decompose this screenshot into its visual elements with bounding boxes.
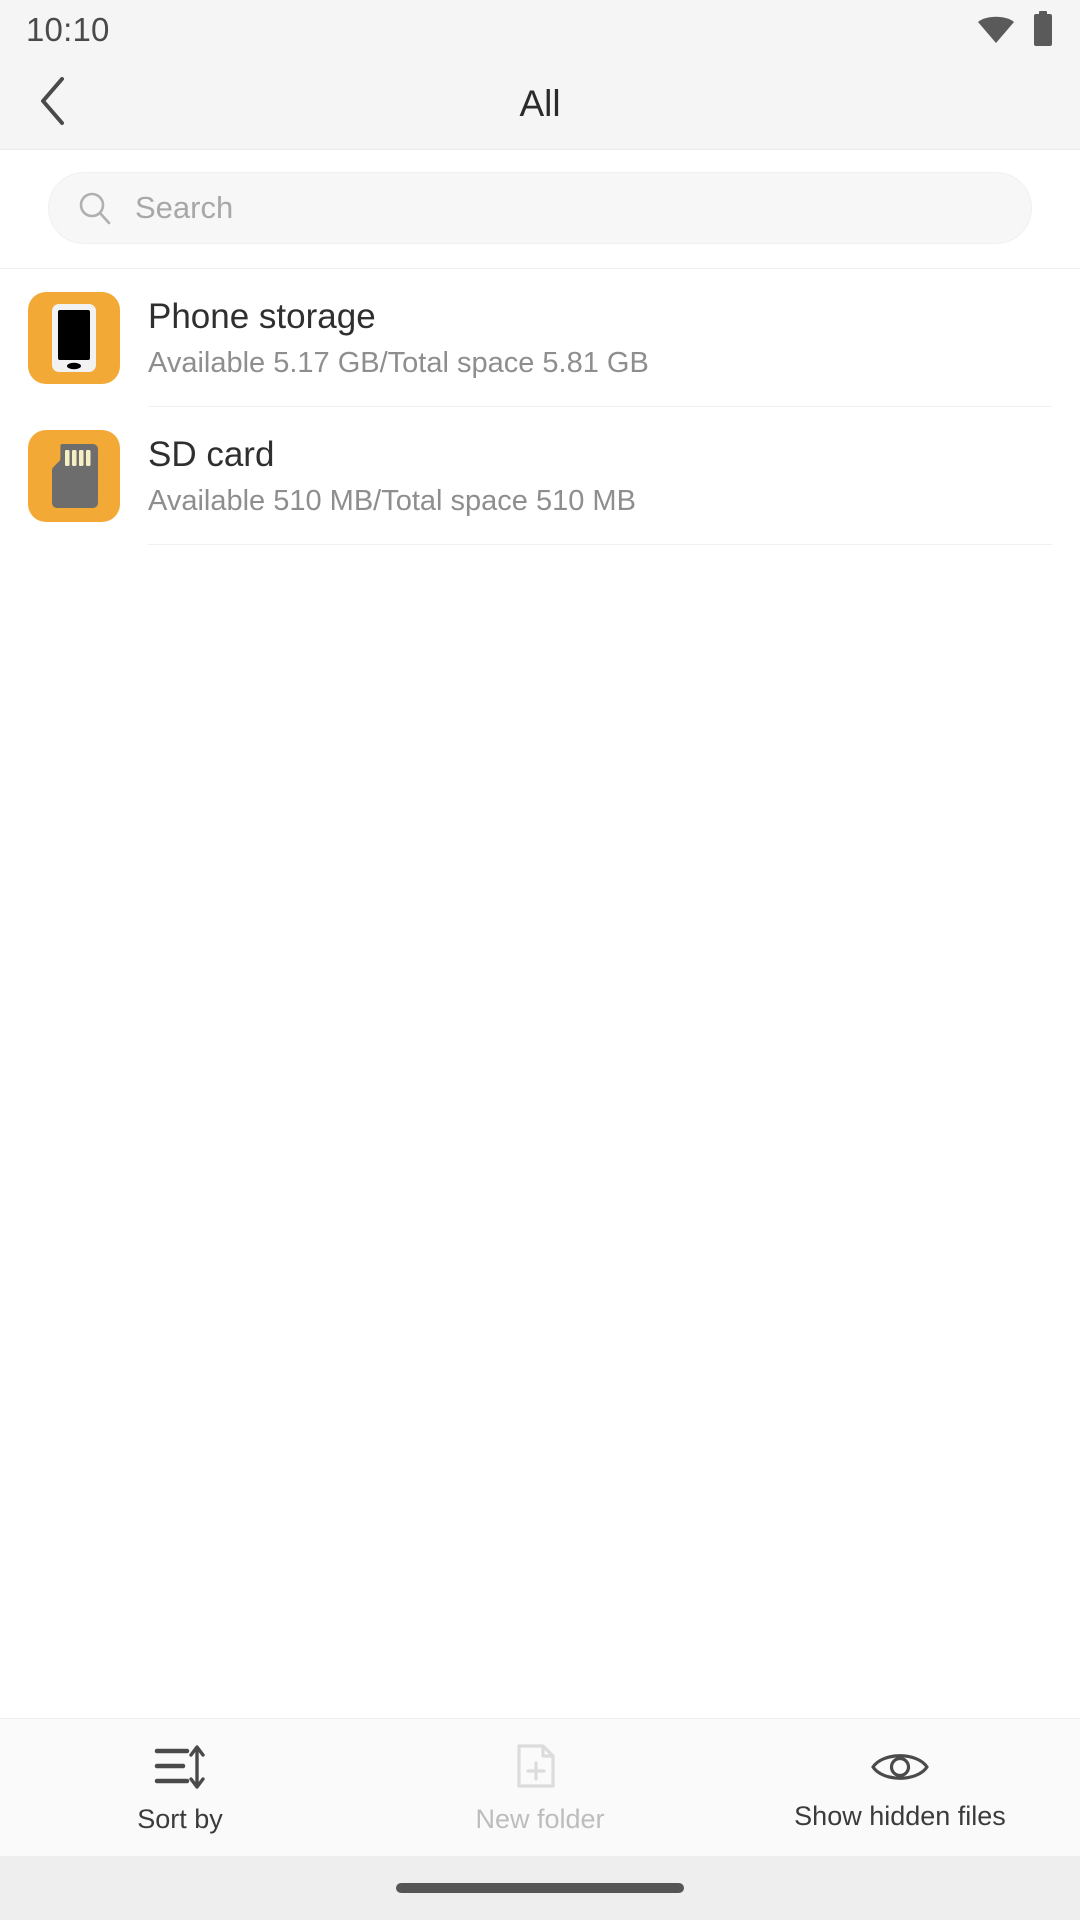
home-gesture-pill[interactable]: [396, 1883, 684, 1893]
system-navigation-bar: [0, 1856, 1080, 1920]
list-item-sd-card[interactable]: SD card Available 510 MB/Total space 510…: [0, 407, 1080, 545]
back-button[interactable]: [6, 58, 102, 150]
storage-list: Phone storage Available 5.17 GB/Total sp…: [0, 269, 1080, 1718]
sort-by-label: Sort by: [137, 1804, 223, 1834]
page-title: All: [519, 82, 561, 124]
search-icon: [77, 190, 113, 226]
new-folder-button[interactable]: New folder: [360, 1719, 720, 1856]
status-icons: [976, 11, 1054, 47]
search-bar[interactable]: [48, 172, 1032, 244]
eye-icon: [869, 1745, 931, 1789]
search-section: [0, 150, 1080, 269]
list-item-subtitle: Available 5.17 GB/Total space 5.81 GB: [148, 346, 649, 379]
show-hidden-files-button[interactable]: Show hidden files: [720, 1719, 1080, 1856]
wifi-icon: [976, 13, 1016, 45]
new-folder-icon: [513, 1742, 567, 1792]
list-item-title: Phone storage: [148, 297, 376, 337]
phone-storage-icon: [28, 292, 120, 384]
list-item-phone-storage[interactable]: Phone storage Available 5.17 GB/Total sp…: [0, 269, 1080, 407]
list-item-text: SD card Available 510 MB/Total space 510…: [148, 407, 1080, 545]
list-item-subtitle: Available 510 MB/Total space 510 MB: [148, 484, 636, 517]
back-chevron-icon: [36, 73, 72, 134]
row-divider: [148, 544, 1052, 545]
sort-icon: [153, 1742, 207, 1792]
bottom-action-bar: Sort by New folder Show hidden files: [0, 1718, 1080, 1856]
show-hidden-files-label: Show hidden files: [794, 1801, 1006, 1831]
search-input[interactable]: [135, 173, 1003, 243]
status-bar: 10:10: [0, 0, 1080, 58]
new-folder-label: New folder: [475, 1804, 605, 1834]
app-bar: All: [0, 58, 1080, 150]
battery-full-icon: [1032, 11, 1054, 47]
list-item-title: SD card: [148, 435, 275, 475]
sd-card-icon: [28, 430, 120, 522]
list-item-text: Phone storage Available 5.17 GB/Total sp…: [148, 269, 1080, 407]
sort-by-button[interactable]: Sort by: [0, 1719, 360, 1856]
file-manager-screen: 10:10 All Search Phone storage Available…: [0, 0, 1080, 1920]
status-clock: 10:10: [26, 10, 110, 48]
